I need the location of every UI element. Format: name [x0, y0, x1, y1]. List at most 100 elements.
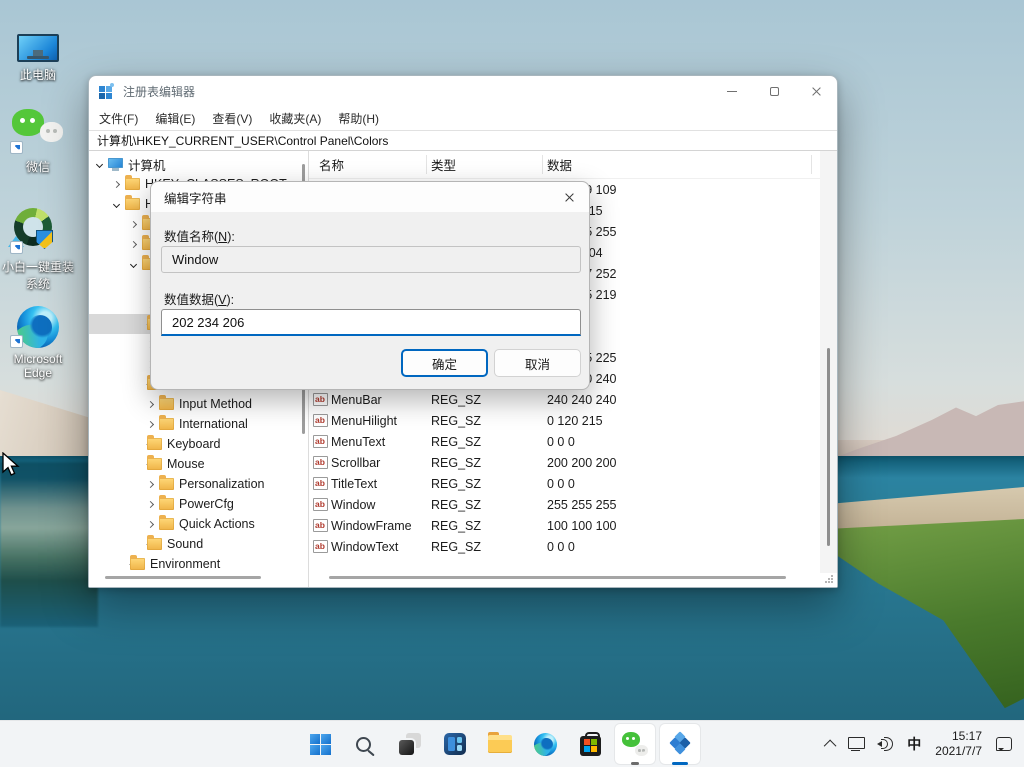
menu-item-编辑-e[interactable]: 编辑(E) [155, 110, 195, 127]
tree-toggle[interactable] [144, 418, 156, 430]
expand-icon[interactable] [112, 180, 119, 187]
expand-icon[interactable] [146, 520, 153, 527]
edge-button[interactable] [525, 724, 565, 764]
wallpaper-reflections [0, 462, 98, 627]
column-separator[interactable] [811, 155, 812, 174]
tree-toggle[interactable] [127, 258, 139, 270]
cancel-button[interactable]: 取消 [494, 349, 581, 377]
scrollbar-thumb[interactable] [827, 348, 830, 546]
value-name: WindowText [331, 540, 426, 554]
desktop: 此电脑 微信 小白一键重装系统 Microsoft Edge 注册表编辑器 [0, 0, 1024, 767]
tree-item-quick-actions[interactable]: Quick Actions [89, 514, 296, 534]
address-bar[interactable]: 计算机\HKEY_CURRENT_USER\Control Panel\Colo… [89, 130, 837, 151]
widgets-button[interactable] [435, 724, 475, 764]
tree-item-environment[interactable]: Environment [89, 554, 296, 574]
tree-item-keyboard[interactable]: Keyboard [89, 434, 296, 454]
volume-tray-button[interactable] [871, 726, 901, 762]
value-row-menuhilight[interactable]: MenuHilightREG_SZ0 120 215 [309, 410, 820, 431]
desktop-icon-microsoft-edge[interactable]: Microsoft Edge [0, 300, 76, 380]
ime-indicator[interactable]: 中 [901, 726, 927, 762]
value-row-menutext[interactable]: MenuTextREG_SZ0 0 0 [309, 431, 820, 452]
tray-overflow-button[interactable] [821, 726, 842, 762]
maximize-icon [770, 87, 779, 96]
minimize-icon [727, 91, 737, 92]
tree-item-label: Keyboard [167, 437, 221, 451]
wechat-taskbar-button[interactable] [615, 724, 655, 764]
edit-string-dialog: 编辑字符串 数值名称(N): Window 数值数据(V): 202 234 2… [150, 181, 590, 390]
value-row-scrollbar[interactable]: ScrollbarREG_SZ200 200 200 [309, 452, 820, 473]
store-button[interactable] [570, 724, 610, 764]
network-tray-button[interactable] [842, 726, 871, 762]
dialog-close-button[interactable] [549, 182, 589, 212]
expand-icon[interactable] [146, 420, 153, 427]
tree-item-label: PowerCfg [179, 497, 234, 511]
value-row-windowframe[interactable]: WindowFrameREG_SZ100 100 100 [309, 515, 820, 536]
column-separator[interactable] [542, 155, 543, 174]
minimize-button[interactable] [711, 76, 753, 106]
shortcut-arrow-icon [10, 141, 23, 154]
expand-icon[interactable] [146, 480, 153, 487]
expand-icon[interactable] [146, 400, 153, 407]
collapse-icon[interactable] [112, 200, 119, 207]
menu-item-收藏夹-a[interactable]: 收藏夹(A) [269, 110, 321, 127]
tree-toggle[interactable] [144, 478, 156, 490]
collapse-icon[interactable] [95, 160, 102, 167]
tree-item-sound[interactable]: Sound [89, 534, 296, 554]
column-separator[interactable] [426, 155, 427, 174]
expand-icon[interactable] [146, 500, 153, 507]
value-row-titletext[interactable]: TitleTextREG_SZ0 0 0 [309, 473, 820, 494]
tree-toggle[interactable] [144, 498, 156, 510]
desktop-icon-this-pc[interactable]: 此电脑 [0, 14, 76, 83]
desktop-icon-xiaobai-reinstall[interactable]: 小白一键重装系统 [0, 206, 76, 292]
value-data-input[interactable]: 202 234 206 [161, 309, 581, 336]
tree-item-personalization[interactable]: Personalization [89, 474, 296, 494]
tree-item-mouse[interactable]: Mouse [89, 454, 296, 474]
tree-item-label: Quick Actions [179, 517, 255, 531]
store-icon [580, 736, 601, 756]
resize-grip[interactable] [825, 575, 833, 583]
tree-horizontal-scrollbar[interactable] [105, 576, 261, 579]
menu-item-文件-f[interactable]: 文件(F) [99, 110, 138, 127]
tree-toggle[interactable] [144, 398, 156, 410]
start-button[interactable] [300, 724, 340, 764]
column-header-type[interactable]: 类型 [426, 155, 542, 174]
task-view-button[interactable] [390, 724, 430, 764]
tree-toggle[interactable] [127, 218, 139, 230]
regedit-taskbar-button[interactable] [660, 724, 700, 764]
tree-item-input-method[interactable]: Input Method [89, 394, 296, 414]
tree-item-powercfg[interactable]: PowerCfg [89, 494, 296, 514]
search-button[interactable] [345, 724, 385, 764]
value-row-window[interactable]: WindowREG_SZ255 255 255 [309, 494, 820, 515]
notification-center-button[interactable] [990, 726, 1018, 762]
tree-toggle[interactable] [93, 158, 105, 170]
value-row-menubar[interactable]: MenuBarREG_SZ240 240 240 [309, 389, 820, 410]
tree-toggle[interactable] [144, 518, 156, 530]
dialog-title-bar[interactable]: 编辑字符串 [151, 182, 589, 212]
maximize-button[interactable] [753, 76, 795, 106]
tree-item-label: Sound [167, 537, 203, 551]
menu-item-帮助-h[interactable]: 帮助(H) [338, 110, 379, 127]
close-button[interactable] [795, 76, 837, 106]
value-name: MenuHilight [331, 414, 426, 428]
column-header-name[interactable]: 名称 [309, 155, 426, 174]
list-vertical-scrollbar[interactable] [820, 151, 837, 573]
tree-toggle[interactable] [110, 178, 122, 190]
ok-button[interactable]: 确定 [401, 349, 488, 377]
column-header-data[interactable]: 数据 [542, 155, 572, 174]
value-name-field[interactable]: Window [161, 246, 581, 273]
tree-item-international[interactable]: International [89, 414, 296, 434]
desktop-icon-wechat[interactable]: 微信 [0, 106, 76, 175]
list-horizontal-scrollbar[interactable] [329, 576, 786, 579]
menu-item-查看-v[interactable]: 查看(V) [212, 110, 252, 127]
tree-toggle[interactable] [127, 238, 139, 250]
collapse-icon[interactable] [129, 260, 136, 267]
expand-icon[interactable] [129, 240, 136, 247]
tree-item-计算机[interactable]: 计算机 [89, 154, 296, 174]
file-explorer-button[interactable] [480, 724, 520, 764]
close-icon [811, 86, 822, 97]
title-bar[interactable]: 注册表编辑器 [89, 76, 837, 106]
tree-toggle[interactable] [110, 198, 122, 210]
clock[interactable]: 15:17 2021/7/7 [927, 729, 990, 759]
value-row-windowtext[interactable]: WindowTextREG_SZ0 0 0 [309, 536, 820, 557]
expand-icon[interactable] [129, 220, 136, 227]
